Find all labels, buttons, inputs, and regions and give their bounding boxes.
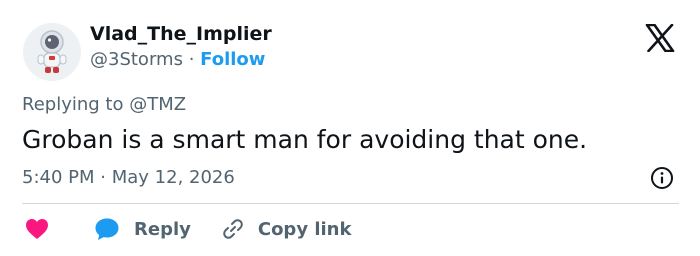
handle-row: @3Storms · Follow xyxy=(90,48,265,72)
tweet-time: 5:40 PM xyxy=(22,167,95,188)
like-button[interactable] xyxy=(25,218,49,240)
display-name[interactable]: Vlad_The_Implier xyxy=(90,22,272,46)
x-logo-icon[interactable] xyxy=(645,23,675,53)
link-icon xyxy=(223,219,243,239)
heart-icon xyxy=(26,219,48,239)
action-bar: Reply Copy link xyxy=(22,216,351,242)
tweet-date: May 12, 2026 xyxy=(111,167,235,188)
copy-link-label: Copy link xyxy=(257,218,352,240)
separator-dot: · xyxy=(188,49,195,70)
reply-button[interactable]: Reply xyxy=(94,217,191,241)
user-handle[interactable]: @3Storms xyxy=(90,49,183,70)
date-separator: · xyxy=(100,167,106,188)
speech-bubble-icon xyxy=(95,218,119,240)
replying-to-handle[interactable]: @TMZ xyxy=(129,94,186,115)
avatar[interactable] xyxy=(22,22,82,82)
info-icon[interactable] xyxy=(650,166,674,190)
reply-label: Reply xyxy=(134,218,191,240)
follow-button[interactable]: Follow xyxy=(200,49,265,70)
replying-to: Replying to @TMZ xyxy=(22,93,186,117)
tweet-text: Groban is a smart man for avoiding that … xyxy=(22,125,588,154)
tweet-timestamp[interactable]: 5:40 PM · May 12, 2026 xyxy=(22,166,235,190)
astronaut-avatar-icon xyxy=(23,23,81,81)
copy-link-button[interactable]: Copy link xyxy=(221,217,352,241)
replying-prefix: Replying to xyxy=(22,94,124,115)
divider xyxy=(22,203,679,204)
